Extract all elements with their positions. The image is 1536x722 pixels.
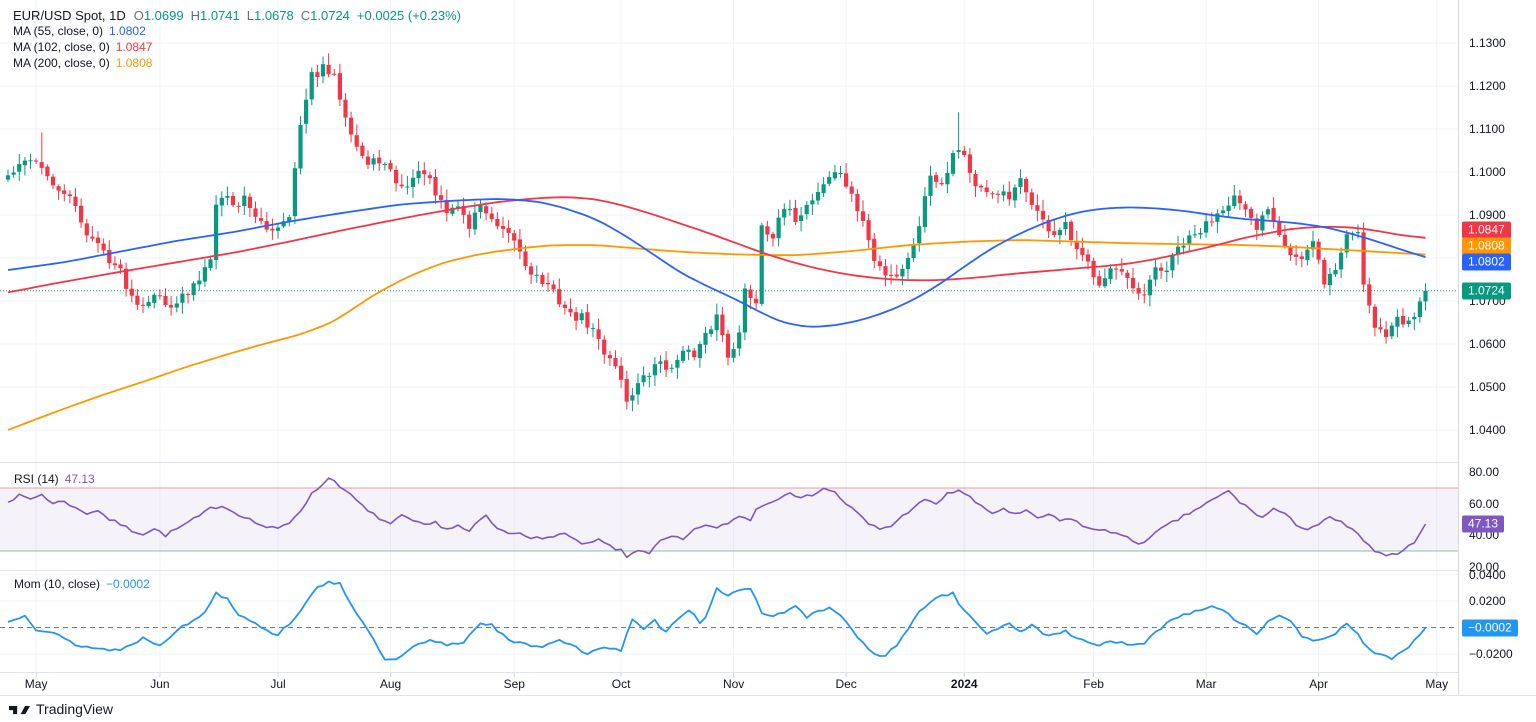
tradingview-chart-window: EUR/USD Spot, 1D O1.0699 H1.0741 L1.0678 C1.… (0, 0, 1536, 722)
close-value: 1.0724 (310, 8, 350, 23)
low-label: L (246, 8, 254, 23)
ma200-label: MA (200, close, 0) (13, 56, 110, 70)
axis-tick-label: 1.0500 (1469, 380, 1506, 394)
time-scale[interactable]: May Jun Jul Aug Sep Oct Nov Dec 2024 Feb Mar Apr May (0, 673, 1458, 695)
symbol-legend-row[interactable]: EUR/USD Spot, 1D O1.0699 H1.0741 L1.0678 C1.… (13, 8, 461, 23)
open-value: 1.0699 (143, 8, 184, 23)
open-label: O (133, 8, 144, 23)
rsi-legend-row[interactable]: RSI (14) 47.13 (14, 472, 95, 486)
axis-tick-label: 1.1100 (1469, 122, 1505, 136)
ma200-legend-row[interactable]: MA (200, close, 0) 1.0808 (13, 56, 461, 71)
time-axis-label: Mar (1195, 677, 1217, 691)
time-axis-label: Sep (503, 677, 525, 691)
rsi-value: 47.13 (64, 472, 95, 486)
time-axis-label: Oct (611, 677, 631, 691)
price-tag: 1.0724 (1462, 282, 1511, 300)
ma200-value: 1.0808 (115, 56, 153, 70)
price-tag: 1.0802 (1462, 253, 1511, 271)
indicator-value-tag: 47.13 (1462, 515, 1505, 533)
chart-legend: EUR/USD Spot, 1D O1.0699 H1.0741 L1.0678 C1.… (13, 8, 461, 71)
ma102-label: MA (102, close, 0) (13, 40, 110, 54)
axis-tick-label: 1.1200 (1469, 79, 1506, 93)
axis-tick-label: 1.0400 (1469, 423, 1506, 437)
axis-tick-label: 1.0600 (1469, 337, 1506, 351)
tradingview-logo-icon[interactable] (9, 701, 30, 718)
high-label: H (190, 8, 200, 23)
time-axis-label: Jul (270, 677, 286, 691)
price-scale[interactable]: 1.1300 1.1200 1.1100 1.1000 1.0900 1.0700 1.06… (1458, 0, 1536, 695)
time-axis-label: Aug (379, 677, 402, 691)
axis-tick-label: 60.00 (1469, 496, 1500, 511)
ma55-label: MA (55, close, 0) (13, 24, 104, 38)
time-axis-label: 2024 (950, 677, 978, 691)
ma55-value: 1.0802 (109, 24, 146, 38)
mom-value: −0.0002 (106, 577, 150, 591)
low-value: 1.0678 (253, 8, 294, 23)
close-label: C (300, 8, 311, 23)
time-axis-label: Dec (835, 677, 857, 691)
time-axis-label: Nov (722, 677, 745, 691)
price-tag: 1.0808 (1462, 237, 1511, 255)
time-axis-label: Feb (1083, 677, 1104, 691)
axis-tick-label: 0.0200 (1469, 594, 1506, 608)
axis-tick-label: 1.1000 (1469, 165, 1506, 179)
mom-legend-row[interactable]: Mom (10, close) −0.0002 (14, 577, 150, 591)
axis-tick-label: 0.0400 (1469, 567, 1506, 582)
change-value: +0.0025 (+0.23%) (356, 8, 461, 23)
rsi-label: RSI (14) (14, 472, 59, 486)
axis-tick-label: 80.00 (1469, 465, 1500, 480)
footer-bar: TradingView (0, 695, 1536, 722)
time-axis-label: Apr (1309, 677, 1328, 691)
time-axis-label: May (24, 677, 48, 691)
time-axis-label: May (1425, 677, 1449, 691)
time-axis-label: Jun (150, 677, 170, 691)
ma102-value: 1.0847 (115, 40, 153, 54)
ma55-legend-row[interactable]: MA (55, close, 0) 1.0802 (13, 24, 461, 39)
axis-tick-label: 1.0900 (1469, 208, 1506, 222)
axis-tick-label: 1.1300 (1469, 36, 1506, 50)
mom-label: Mom (10, close) (14, 577, 101, 591)
price-tag: 1.0847 (1462, 221, 1511, 239)
indicator-value-tag: −0.0002 (1462, 619, 1518, 637)
symbol-title[interactable]: EUR/USD Spot, 1D (13, 8, 126, 23)
high-value: 1.0741 (199, 8, 240, 23)
ma102-legend-row[interactable]: MA (102, close, 0) 1.0847 (13, 40, 461, 55)
chart-plot-area[interactable] (0, 0, 1458, 699)
brand-text[interactable]: TradingView (36, 701, 113, 717)
axis-tick-label: −0.0200 (1469, 647, 1513, 661)
